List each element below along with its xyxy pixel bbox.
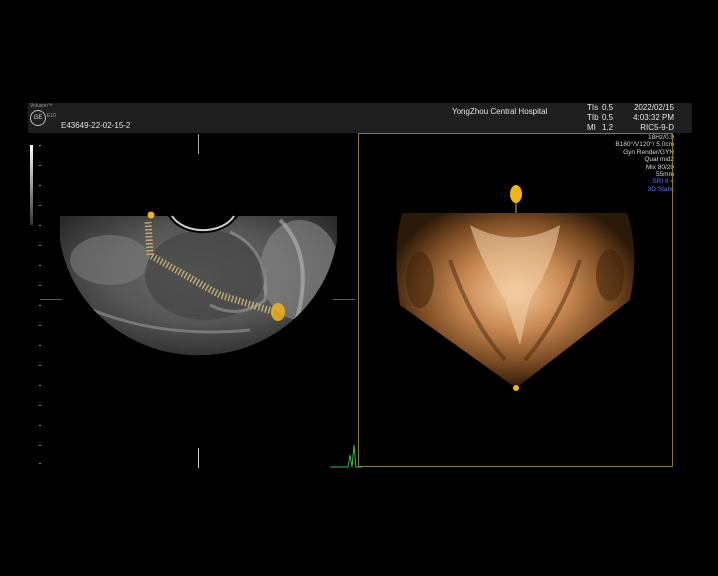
render-bottom-marker — [513, 385, 519, 391]
render-top-marker — [510, 185, 522, 203]
render-image — [330, 185, 635, 468]
